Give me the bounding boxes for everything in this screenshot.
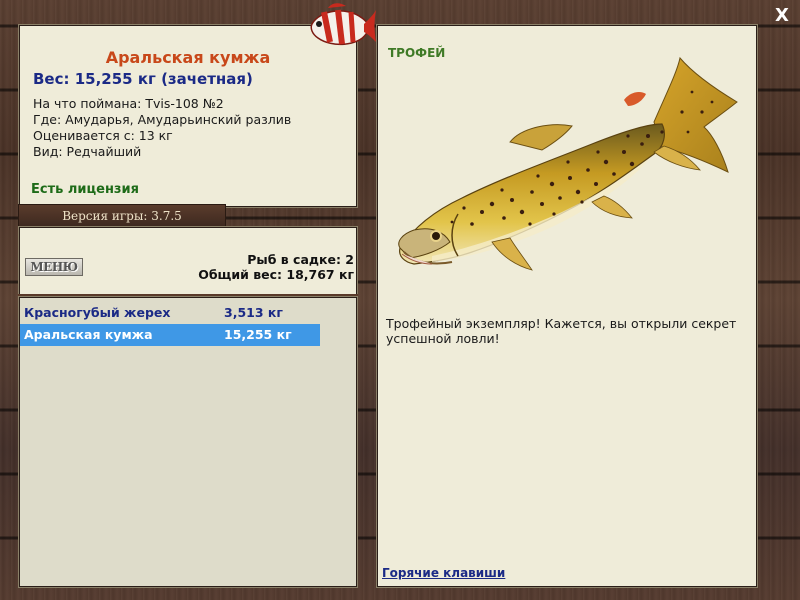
striped-fish-logo-icon [310,3,376,46]
close-icon[interactable]: X [772,6,792,26]
trophy-description: Трофейный экземпляр! Кажется, вы открыли… [386,316,737,346]
catch-item-weight: 3,513 кг [224,305,283,320]
catch-list-item-selected[interactable]: Аральская кумжа 15,255 кг [20,324,320,346]
fish-weight: Вес: 15,255 кг (зачетная) [33,70,253,88]
fish-valued-from: Оценивается с: 13 кг [33,128,173,143]
menu-button[interactable]: МЕНЮ [25,258,83,276]
catch-item-weight: 15,255 кг [224,327,292,342]
fish-caught-on: На что поймана: Tvis-108 №2 [33,96,224,111]
keepnet-count: Рыб в садке: 2 [247,252,354,267]
keepnet-total-weight: Общий вес: 18,767 кг [198,267,354,282]
catch-item-name: Аральская кумжа [24,327,153,342]
trout-icon [398,56,738,271]
fish-location: Где: Амударья, Амударьинский разлив [33,112,292,127]
hotkeys-link[interactable]: Горячие клавиши [382,566,505,580]
fish-kind: Вид: Редчайший [33,144,142,159]
game-version: Версия игры: 3.7.5 [18,204,226,228]
license-status: Есть лицензия [31,182,139,197]
catch-item-name: Красногубый жерех [24,305,171,320]
keepnet-summary: Рыб в садке: 2 Общий вес: 18,767 кг [198,252,354,282]
catch-list-item[interactable]: Красногубый жерех 3,513 кг [20,302,320,324]
